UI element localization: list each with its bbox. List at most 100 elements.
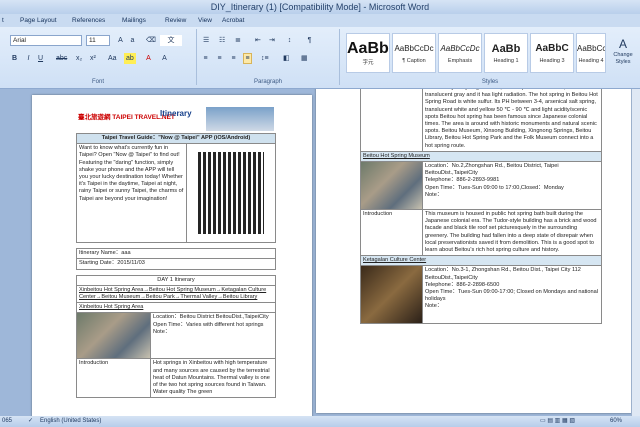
title-bar: DIY_Itinerary (1) [Compatibility Mode] -… xyxy=(0,0,640,14)
right-page: consistency of hydrogen is 1.4, the temp… xyxy=(316,89,632,413)
header-banner: 臺北旅遊網 TAIPEI TRAVEL.NET Itinerary xyxy=(76,105,276,133)
ketagalan-open-time: Open Time：Tues-Sun 09:00-17:00; Closed o… xyxy=(425,289,598,303)
museum-intro-label: Introduction xyxy=(360,209,423,257)
style-item[interactable]: AaBbCcDc 字元 xyxy=(346,33,390,73)
shrink-font-button[interactable]: a xyxy=(128,35,137,46)
style-item[interactable]: AaBbC Heading 3 xyxy=(530,33,574,73)
numbering-button[interactable]: ☷ xyxy=(217,35,227,46)
museum-note: Note： xyxy=(425,191,443,198)
style-name: ¶ Caption xyxy=(402,58,426,64)
font-name-select[interactable]: Arial xyxy=(10,35,82,46)
ketagalan-title: Ketagalan Culture Center xyxy=(360,255,602,267)
change-styles-icon: A xyxy=(618,37,627,51)
change-case-button[interactable]: Aa xyxy=(106,53,119,64)
center-button[interactable]: ≡ xyxy=(215,53,224,64)
align-left-button[interactable]: ≡ xyxy=(201,53,210,64)
shading-button[interactable]: ◧ xyxy=(281,53,292,64)
itinerary-name: Itinerary Name：aaa xyxy=(76,248,276,260)
font-size-select[interactable]: 11 xyxy=(86,35,110,46)
document-area[interactable]: 臺北旅遊網 TAIPEI TRAVEL.NET Itinerary Taipei… xyxy=(0,89,640,416)
ribbon: Arial 11 A a ⌫ 文 B I U abc x₂ x² Aa ab A… xyxy=(0,27,640,89)
style-sample: AaBbCcDc xyxy=(440,44,480,53)
paragraph-group-label: Paragraph xyxy=(253,79,283,85)
guide-header: Taipei Travel Guide："Now @ Taipei" APP (… xyxy=(76,132,276,145)
museum-open-time: Open Time：Tues-Sun 09:00 to 17:00,Closed… xyxy=(425,184,564,191)
qr-code-image[interactable] xyxy=(198,152,264,235)
top-text: consistency of hydrogen is 1.4, the temp… xyxy=(422,89,602,152)
ketagalan-location: Location：No.3-1, Zhongshan Rd., Beitou D… xyxy=(425,267,581,281)
taipei-skyline-image xyxy=(206,107,274,131)
style-item[interactable]: AaBbCcDc ¶ Caption xyxy=(392,33,436,73)
strikethrough-button[interactable]: abc xyxy=(54,53,69,64)
vertical-scrollbar[interactable] xyxy=(631,89,640,416)
status-bar: 065 ✓ English (United States) ▭ ▤ ▥ ▦ ▧ … xyxy=(0,416,640,427)
style-item[interactable]: AaBbCcDc Emphasis xyxy=(438,33,482,73)
tab-references[interactable]: References xyxy=(72,15,105,26)
borders-button[interactable]: ▦ xyxy=(299,53,310,64)
style-item[interactable]: AaBbCcD Heading 4 xyxy=(576,33,606,73)
underline-button[interactable]: U xyxy=(36,53,45,64)
change-styles-label: Change Styles xyxy=(613,52,633,65)
ketagalan-note: Note： xyxy=(425,303,443,310)
grow-font-button[interactable]: A xyxy=(116,35,125,46)
subscript-button[interactable]: x₂ xyxy=(74,53,84,64)
style-item[interactable]: AaBb Heading 1 xyxy=(484,33,528,73)
language-status[interactable]: English (United States) xyxy=(40,416,101,427)
clear-format-button[interactable]: ⌫ xyxy=(144,35,158,46)
bullets-button[interactable]: ☰ xyxy=(201,35,211,46)
style-sample: AaBbC xyxy=(535,43,569,54)
style-name: Heading 1 xyxy=(493,58,519,64)
tab-page-layout[interactable]: Page Layout xyxy=(20,15,57,26)
place-location: Location：Beitou District BeitouDist.,Tai… xyxy=(153,314,269,321)
page-count[interactable]: 065 xyxy=(2,416,12,427)
tab-acrobat[interactable]: Acrobat xyxy=(222,15,244,26)
guide-body: Want to know what's currently fun in Tai… xyxy=(76,143,187,244)
decrease-indent-button[interactable]: ⇤ xyxy=(253,35,263,46)
museum-intro: This museum is housed in public hot spri… xyxy=(422,209,602,257)
italic-button[interactable]: I xyxy=(24,53,33,64)
sort-button[interactable]: ↕ xyxy=(285,35,294,46)
show-hide-button[interactable]: ¶ xyxy=(305,35,314,46)
superscript-button[interactable]: x² xyxy=(88,53,98,64)
phonetic-guide-button[interactable]: 文 xyxy=(160,35,182,46)
view-buttons[interactable]: ▭ ▤ ▥ ▦ ▧ xyxy=(540,416,575,427)
day-table: DAY 1 Itinerary Xinbeitou Hot Spring Are… xyxy=(76,274,276,399)
tab-home[interactable]: t xyxy=(2,15,4,26)
right-page-content: consistency of hydrogen is 1.4, the temp… xyxy=(360,89,602,325)
style-name: 字元 xyxy=(362,60,374,66)
xinbeitou-photo xyxy=(77,313,150,359)
multilevel-list-button[interactable]: ≣ xyxy=(233,35,243,46)
diy-itinerary-logo: Itinerary xyxy=(160,109,192,118)
spellcheck-icon[interactable]: ✓ xyxy=(28,416,33,427)
style-sample: AaBbCcDc xyxy=(347,40,389,57)
tab-mailings[interactable]: Mailings xyxy=(122,15,146,26)
align-right-button[interactable]: ≡ xyxy=(229,53,238,64)
tab-view[interactable]: View xyxy=(198,15,212,26)
museum-phone: Telephone：886-2-2893-9981 xyxy=(425,177,500,184)
styles-group-label: Styles xyxy=(481,79,499,85)
character-border-button[interactable]: A xyxy=(160,53,169,64)
style-name: Heading 3 xyxy=(539,58,565,64)
font-group-label: Font xyxy=(91,79,104,85)
highlight-button[interactable]: ab xyxy=(124,53,136,64)
place-title: Xinbeitou Hot Spring Area xyxy=(76,302,276,314)
right-table: consistency of hydrogen is 1.4, the temp… xyxy=(360,89,602,325)
left-page-content: 臺北旅遊網 TAIPEI TRAVEL.NET Itinerary Taipei… xyxy=(76,105,276,399)
font-color-button[interactable]: A xyxy=(144,53,153,64)
window-title: DIY_Itinerary (1) [Compatibility Mode] -… xyxy=(210,2,430,12)
place-open-time: Open Time：Varies with different hot spri… xyxy=(153,321,264,328)
style-sample: AaBb xyxy=(491,43,521,55)
bold-button[interactable]: B xyxy=(10,53,19,64)
tab-review[interactable]: Review xyxy=(165,15,186,26)
font-group: Arial 11 A a ⌫ 文 B I U abc x₂ x² Aa ab A… xyxy=(0,29,197,85)
ribbon-tabs: t Page Layout References Mailings Review… xyxy=(0,14,640,27)
style-name: Heading 4 xyxy=(578,58,604,64)
change-styles-button[interactable]: A Change Styles xyxy=(610,35,636,73)
paragraph-group: ☰ ☷ ≣ ⇤ ⇥ ↕ ¶ ≡ ≡ ≡ ≡ ↕≡ ◧ ▦ Paragraph xyxy=(197,29,340,85)
line-spacing-button[interactable]: ↕≡ xyxy=(259,53,271,64)
zoom-level[interactable]: 60% xyxy=(610,416,622,427)
left-page: 臺北旅遊網 TAIPEI TRAVEL.NET Itinerary Taipei… xyxy=(32,95,312,416)
justify-button[interactable]: ≡ xyxy=(243,53,252,64)
increase-indent-button[interactable]: ⇥ xyxy=(267,35,277,46)
style-sample: AaBbCcDc xyxy=(394,44,434,53)
